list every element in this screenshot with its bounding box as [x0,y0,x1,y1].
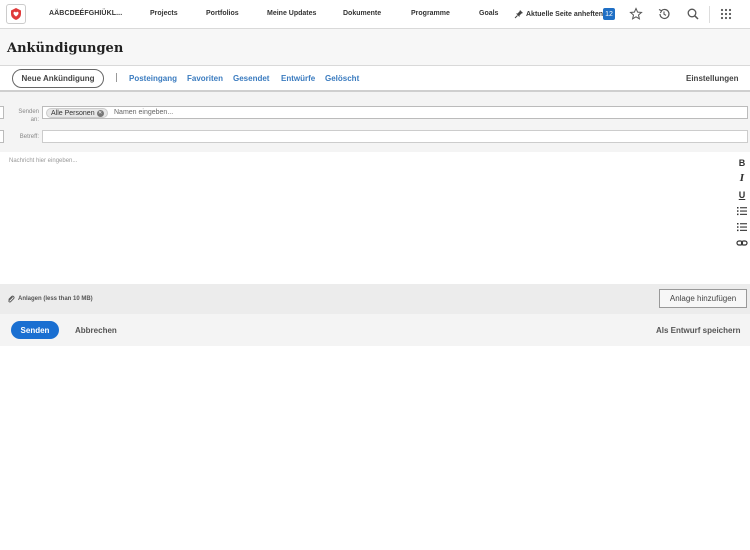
message-editor[interactable]: Nachricht hier eingeben... B I U [0,152,750,284]
send-button[interactable]: Senden [11,321,59,339]
top-navigation: AÄBCDEÉFGHIÜKL... Projects Portfolios Me… [0,0,750,29]
recipient-field[interactable]: Alle Personen ✕ Namen eingeben... [42,106,748,119]
numbered-list-icon[interactable] [736,221,748,233]
add-attachment-button[interactable]: Anlage hinzufügen [659,289,747,308]
compose-header: Senden an: Alle Personen ✕ Namen eingebe… [0,92,750,152]
save-draft-button[interactable]: Als Entwurf speichern [656,326,740,335]
nav-meine-updates[interactable]: Meine Updates [267,10,316,17]
nav-programme[interactable]: Programme [411,10,450,17]
logo-icon [11,8,21,20]
tab-geloescht[interactable]: Gelöscht [325,74,359,83]
nav-goals[interactable]: Goals [479,10,498,17]
field-marker [0,106,4,119]
remove-recipient-icon[interactable]: ✕ [96,109,104,117]
paperclip-icon [8,295,15,303]
nav-dokumente[interactable]: Dokumente [343,10,381,17]
recipient-chip[interactable]: Alle Personen ✕ [46,108,108,118]
star-icon[interactable] [629,7,643,21]
pin-icon [514,10,523,19]
app-logo[interactable] [6,4,26,24]
field-marker [0,130,4,143]
recipient-chip-label: Alle Personen [51,109,95,117]
to-label-suffix: an: [30,117,39,123]
underline-button[interactable]: U [736,189,748,201]
subject-label: Betreff: [19,134,39,140]
message-placeholder: Nachricht hier eingeben... [9,158,78,164]
attachments-bar: Anlagen (less than 10 MB) Anlage hinzufü… [0,284,750,314]
nav-projects[interactable]: Projects [150,10,178,17]
apps-grid-icon[interactable] [719,7,733,21]
cancel-button[interactable]: Abbrechen [75,326,117,335]
bold-button[interactable]: B [736,157,748,169]
settings-link[interactable]: Einstellungen [686,74,738,83]
tab-favoriten[interactable]: Favoriten [187,74,223,83]
tab-posteingang[interactable]: Posteingang [129,74,177,83]
pin-page-button[interactable]: Aktuelle Seite anheften [514,9,603,19]
pin-label: Aktuelle Seite anheften [526,10,604,18]
tab-gesendet[interactable]: Gesendet [233,74,269,83]
history-icon[interactable] [657,7,671,21]
attachments-label: Anlagen (less than 10 MB) [18,296,93,302]
italic-button[interactable]: I [736,173,748,185]
organization-name[interactable]: AÄBCDEÉFGHIÜKL... [49,10,122,17]
subject-input[interactable] [42,130,748,143]
tab-entwuerfe[interactable]: Entwürfe [281,74,315,83]
divider [709,6,710,23]
search-icon[interactable] [686,7,700,21]
page-header: Ankündigungen [0,29,750,66]
recipient-input-placeholder[interactable]: Namen eingeben... [114,109,173,116]
bulleted-list-icon[interactable] [736,205,748,217]
compose-actions: Senden Abbrechen Als Entwurf speichern [0,314,750,346]
new-announcement-button[interactable]: Neue Ankündigung [12,69,104,88]
tab-separator [116,73,117,82]
tab-bar: Neue Ankündigung Posteingang Favoriten G… [0,66,750,92]
page-title: Ankündigungen [7,41,124,56]
nav-portfolios[interactable]: Portfolios [206,10,239,17]
attachments-label-group: Anlagen (less than 10 MB) [7,295,93,303]
link-icon[interactable] [736,237,748,249]
to-label: Senden [18,109,39,115]
notification-badge[interactable]: 12 [603,8,615,20]
